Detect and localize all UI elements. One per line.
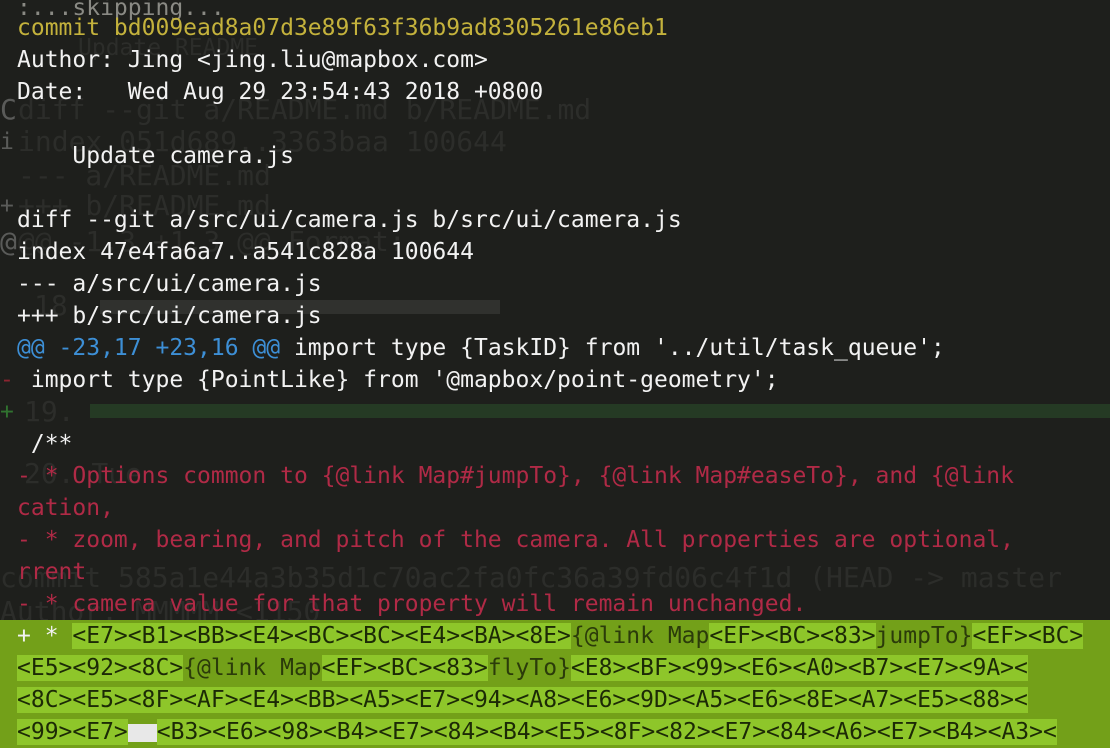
- context-line: import type {PointLike} from '@mapbox/po…: [17, 367, 779, 393]
- hunk-range: @@ -23,17 +23,16 @@: [17, 335, 281, 361]
- hunk-header-line: @@ -23,17 +23,16 @@ import type {TaskID}…: [0, 332, 1110, 364]
- link-text: {@link Map: [570, 623, 710, 649]
- hunk-context: import type {TaskID} from '../util/task_…: [280, 335, 945, 361]
- escaped-bytes: <EF><BC><83>: [321, 655, 488, 681]
- removed-line: - * Options common to {@link Map#jumpTo}…: [17, 463, 1014, 489]
- removed-line: - * camera value for that property will …: [17, 591, 807, 617]
- removed-line: - * zoom, bearing, and pitch of the came…: [17, 527, 1014, 553]
- diff-index-line: index 47e4fa6a7..a541c828a 100644: [17, 239, 474, 265]
- link-text: jumpTo}: [875, 623, 973, 649]
- author-line: Author: Jing <jing.liu@mapbox.com>: [17, 47, 488, 73]
- escaped-bytes: <8C><E5><8F><AF><E4><BB><A5><E7><94><A8>…: [17, 687, 1028, 713]
- added-line-wrap: <E5><92><8C>{@link Map<EF><BC><83>flyTo}…: [0, 652, 1110, 684]
- removed-line-wrap: rrent: [17, 559, 87, 585]
- commit-message-line: Update camera.js: [17, 143, 294, 169]
- added-prefix: + *: [17, 623, 73, 649]
- escaped-bytes: <EF><BC><83>: [709, 623, 876, 649]
- ghost-glyph: +: [0, 399, 14, 425]
- link-text: {@link Map: [183, 655, 322, 681]
- escaped-bytes: <99><E7>: [17, 719, 128, 745]
- added-line-wrap: <8C><E5><8F><AF><E4><BB><A5><E7><94><A8>…: [0, 684, 1110, 716]
- link-text: flyTo}: [487, 655, 571, 681]
- escaped-bytes: <E8><BF><99><E6><A0><B7><E7><9A><: [570, 655, 1028, 681]
- added-line: + * <E7><B1><BB><E4><BC><BC><E4><BA><8E>…: [0, 620, 1110, 652]
- diff-header-line: diff --git a/src/ui/camera.js b/src/ui/c…: [17, 207, 682, 233]
- escaped-bytes: <EF><BC>: [972, 623, 1084, 649]
- escaped-bytes: <B3><E6><98><B4><E7><84><B4><E5><8F><82>…: [156, 719, 1057, 745]
- terminal-cursor: [127, 723, 157, 742]
- commit-hash-line: commit bd009ead8a07d3e89f63f36b9ad830526…: [17, 15, 668, 41]
- diff-old-file-line: --- a/src/ui/camera.js: [17, 271, 322, 297]
- context-line: /**: [17, 431, 73, 457]
- escaped-bytes: <E5><92><8C>: [17, 655, 184, 681]
- added-line-wrap: <99><E7> <B3><E6><98><B4><E7><84><B4><E5>…: [0, 716, 1110, 748]
- date-line: Date: Wed Aug 29 23:54:43 2018 +0800: [17, 79, 544, 105]
- ghost-line: 19.: [24, 395, 75, 428]
- diff-new-file-line: +++ b/src/ui/camera.js: [17, 303, 322, 329]
- removed-line-wrap: cation,: [17, 495, 114, 521]
- escaped-bytes: <E7><B1><BB><E4><BC><BC><E4><BA><8E>: [72, 623, 571, 649]
